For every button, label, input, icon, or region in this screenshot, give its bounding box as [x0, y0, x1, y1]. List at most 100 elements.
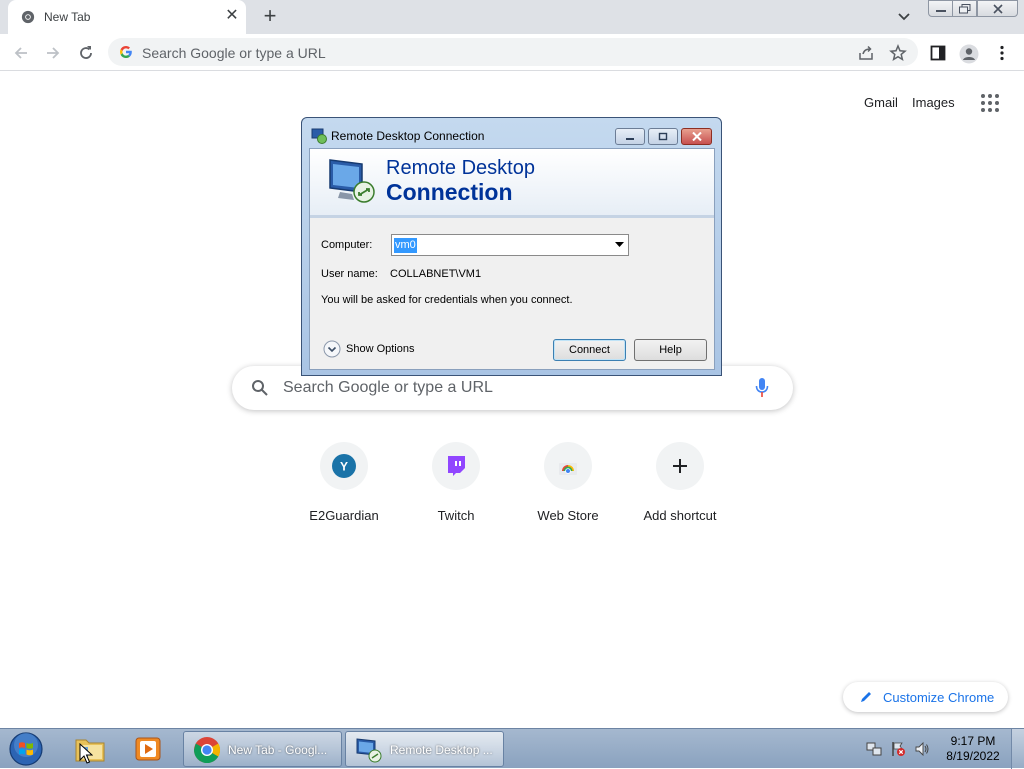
bookmark-star-icon[interactable]: [889, 44, 907, 62]
rdp-banner: Remote Desktop Connection: [310, 149, 714, 218]
minimize-icon: [935, 10, 946, 12]
shortcut-web-store[interactable]: Web Store: [512, 442, 624, 534]
media-player-icon: [135, 737, 161, 761]
chrome-menu-button[interactable]: [989, 40, 1015, 66]
e2guardian-favicon-icon: Y: [332, 454, 356, 478]
chrome-icon: [193, 737, 221, 764]
forward-icon: [47, 47, 60, 59]
shortcut-label: E2Guardian: [309, 508, 379, 523]
reload-icon: [80, 46, 92, 59]
clock-time: 9:17 PM: [950, 734, 996, 748]
web-store-icon: [559, 463, 577, 475]
rdp-heading-line2: Connection: [386, 179, 513, 205]
share-icon[interactable]: [857, 44, 875, 62]
computer-label: Computer:: [321, 239, 373, 251]
remote-desktop-monitor-icon: [329, 159, 375, 203]
browser-toolbar: Search Google or type a URL: [0, 34, 1024, 71]
shortcut-twitch[interactable]: Twitch: [400, 442, 512, 534]
new-tab-button[interactable]: +: [258, 5, 282, 29]
computer-combobox[interactable]: vm0: [391, 234, 629, 256]
shortcut-label: Web Store: [537, 508, 599, 523]
twitch-icon: [448, 456, 465, 476]
username-value: COLLABNET\VM1: [390, 268, 482, 280]
remote-desktop-icon: [311, 128, 327, 144]
pencil-icon: [861, 692, 871, 702]
network-tray-icon[interactable]: [866, 741, 882, 757]
volume-tray-icon[interactable]: [914, 741, 930, 757]
rdp-maximize-button[interactable]: [648, 128, 678, 145]
shortcut-add[interactable]: Add shortcut: [624, 442, 736, 534]
menu-icon: [1000, 45, 1004, 61]
taskbar-task-remote-desktop[interactable]: Remote Desktop ...: [345, 731, 504, 767]
rdp-dialog: Remote Desktop Connection Remote Desktop…: [301, 117, 722, 376]
maximize-icon: [658, 132, 668, 141]
system-clock[interactable]: 9:17 PM 8/19/2022: [940, 734, 1006, 764]
tab-close-icon[interactable]: ✕: [222, 6, 242, 26]
credentials-note: You will be asked for credentials when y…: [321, 294, 573, 306]
customize-chrome-label: Customize Chrome: [883, 690, 995, 705]
expand-options-chevron-icon[interactable]: [323, 340, 341, 358]
ntp-search-placeholder: Search Google or type a URL: [283, 379, 493, 396]
omnibox[interactable]: Search Google or type a URL: [108, 38, 918, 66]
close-icon: [992, 4, 1003, 14]
profile-button[interactable]: [956, 40, 982, 66]
taskbar: New Tab - Googl... Remote Desktop ... 9:…: [0, 728, 1024, 769]
window-minimize-button[interactable]: [928, 0, 953, 17]
profile-icon: [959, 44, 979, 64]
computer-value: vm0: [394, 238, 417, 253]
tab-title: New Tab: [44, 10, 91, 24]
search-icon: [252, 380, 268, 396]
help-button[interactable]: Help: [634, 339, 707, 361]
dropdown-arrow-icon[interactable]: [615, 242, 624, 248]
taskbar-task-label: New Tab - Googl...: [228, 743, 328, 757]
chrome-icon: [21, 10, 35, 24]
tab-search-chevron-icon[interactable]: [894, 9, 914, 25]
connect-button[interactable]: Connect: [553, 339, 626, 361]
taskbar-pin-media-player[interactable]: [120, 732, 174, 766]
remote-desktop-icon: [356, 738, 382, 763]
rdp-title: Remote Desktop Connection: [331, 129, 485, 143]
plus-icon: [673, 459, 687, 473]
images-link[interactable]: Images: [912, 95, 955, 110]
window-restore-button[interactable]: [952, 0, 977, 17]
google-g-icon: [120, 46, 132, 58]
clock-date: 8/19/2022: [946, 749, 1000, 763]
window-close-button[interactable]: [977, 0, 1018, 17]
tab-new-tab[interactable]: New Tab ✕: [8, 0, 246, 34]
forward-button[interactable]: [40, 40, 66, 66]
shortcut-icon-bg: [432, 442, 480, 490]
customize-chrome-button[interactable]: Customize Chrome: [843, 682, 1008, 712]
shortcut-label: Twitch: [437, 508, 475, 523]
reload-button[interactable]: [73, 40, 99, 66]
tab-strip: New Tab ✕ +: [0, 0, 1024, 34]
rdp-client-area: Remote Desktop Connection Computer: vm0 …: [309, 148, 715, 370]
shortcut-icon-bg: [544, 442, 592, 490]
username-label: User name:: [321, 268, 378, 280]
mouse-cursor-icon: [79, 743, 93, 764]
side-panel-icon: [930, 45, 946, 61]
windows-start-orb-icon[interactable]: [7, 731, 45, 767]
back-button[interactable]: [8, 40, 34, 66]
show-desktop-button[interactable]: [1011, 729, 1024, 769]
e2guardian-letter: Y: [340, 460, 348, 474]
rdp-titlebar[interactable]: Remote Desktop Connection: [302, 118, 721, 148]
gmail-link[interactable]: Gmail: [864, 95, 898, 110]
shortcut-e2guardian[interactable]: Y E2Guardian: [288, 442, 400, 534]
google-apps-icon[interactable]: [980, 93, 1000, 113]
close-icon: [691, 132, 702, 141]
voice-search-mic-icon[interactable]: [755, 377, 769, 399]
restore-icon: [958, 4, 970, 14]
taskbar-task-label: Remote Desktop ...: [390, 743, 493, 757]
rdp-heading-line1: Remote Desktop: [386, 157, 535, 179]
shortcut-icon-bg: [656, 442, 704, 490]
shortcut-label: Add shortcut: [643, 508, 717, 523]
show-options-link[interactable]: Show Options: [346, 343, 414, 355]
back-icon: [14, 47, 27, 59]
minimize-icon: [626, 138, 634, 140]
rdp-minimize-button[interactable]: [615, 128, 645, 145]
rdp-close-button[interactable]: [681, 128, 712, 145]
side-panel-button[interactable]: [925, 40, 951, 66]
taskbar-task-chrome[interactable]: New Tab - Googl...: [183, 731, 342, 767]
omnibox-placeholder: Search Google or type a URL: [142, 45, 326, 61]
action-center-flag-icon[interactable]: [890, 741, 906, 757]
